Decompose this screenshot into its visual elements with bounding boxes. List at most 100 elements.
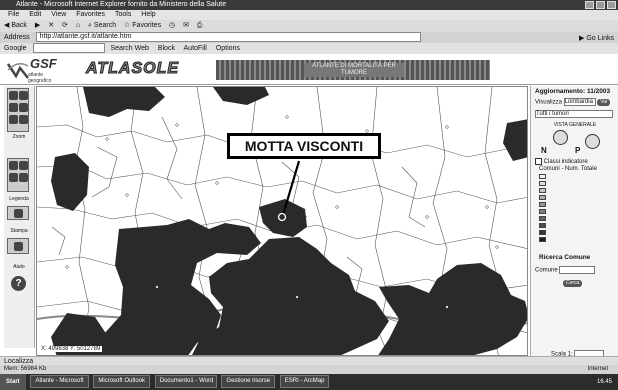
layer-tools	[7, 158, 29, 192]
menu-favorites[interactable]: Favorites	[76, 11, 105, 18]
google-autofill[interactable]: AutoFill	[184, 45, 207, 52]
legend-label: Legenda	[9, 196, 29, 202]
printer-icon	[14, 242, 23, 251]
compass-right-icon[interactable]	[585, 134, 600, 149]
menu-file[interactable]: File	[8, 11, 19, 18]
back-label: Back	[11, 22, 27, 29]
browser-toolbar: ◀ Back ▶ ✕ ⟳ ⌂ ⌕ Search ☆ Favorites ◷ ✉ …	[0, 20, 618, 32]
legend-swatch-4	[539, 195, 546, 200]
search-submit-button[interactable]: Cerca	[563, 280, 583, 287]
tumor-select[interactable]: Tutti i tumori	[535, 110, 613, 118]
query-icon[interactable]	[19, 173, 28, 182]
zoom-out-icon[interactable]	[19, 91, 28, 100]
search-row: Comune	[535, 266, 596, 274]
taskbar-item[interactable]: Atlante - Microsoft	[30, 374, 89, 388]
print-label: Stampa	[10, 228, 28, 234]
compass-p-label: P	[575, 146, 581, 155]
taskbar-item[interactable]: Gestione risorse	[221, 374, 276, 388]
print-icon[interactable]: ⎙	[197, 20, 203, 32]
tumor-select-row: Tutti i tumori	[535, 110, 613, 118]
print-map-button[interactable]	[7, 238, 29, 254]
zone-text: Internet	[587, 366, 608, 372]
municipality-search-input[interactable]	[559, 266, 596, 274]
history-icon[interactable]: ◷	[169, 20, 175, 32]
legend-icon	[14, 209, 23, 218]
search-label: Search	[93, 22, 117, 29]
taskbar-item[interactable]: ESRI - ArcMap	[279, 374, 330, 388]
close-icon[interactable]	[607, 1, 616, 9]
home-icon[interactable]: ⌂	[76, 20, 80, 32]
compass-left-icon[interactable]	[553, 130, 568, 145]
menu-view[interactable]: View	[51, 11, 66, 18]
google-search-web[interactable]: Search Web	[110, 45, 148, 52]
section-header: VISTA GENERALE	[553, 122, 597, 128]
identify-icon[interactable]	[9, 173, 18, 182]
forward-icon[interactable]: ▶	[35, 20, 40, 32]
taskbar-clock: 16.45	[596, 379, 612, 385]
help-icon[interactable]: ?	[11, 276, 26, 291]
gsf-logo[interactable]: GSF atlante geografico	[6, 56, 62, 84]
favorites-button[interactable]: ☆ Favorites	[124, 20, 161, 32]
gsf-logo-tagline: atlante geografico	[28, 72, 52, 84]
measure-icon[interactable]	[19, 161, 28, 170]
legend-swatch-5	[539, 202, 546, 207]
location-marker[interactable]	[277, 212, 287, 222]
region-value: Lombardia	[564, 99, 593, 105]
select-icon[interactable]	[9, 115, 18, 124]
right-control-panel: Aggiornamento: 11/2003 Visualizza Lombar…	[530, 86, 618, 374]
legend-check-row: Classi indicatore	[535, 158, 588, 165]
navigation-tools	[7, 88, 29, 132]
google-options[interactable]: Options	[216, 45, 240, 52]
legend-check-label: Classi indicatore	[543, 159, 588, 166]
legend-title: Comuni - Num. Totale	[539, 166, 597, 172]
pan-icon[interactable]	[9, 103, 18, 112]
map-viewer[interactable]: MOTTA VISCONTI X: 499838 Y: 5012789	[36, 86, 528, 356]
google-block[interactable]: Block	[158, 45, 175, 52]
legend-swatch-10	[539, 237, 546, 242]
compass-n-label: N	[541, 146, 547, 155]
info-icon[interactable]	[19, 103, 28, 112]
menu-edit[interactable]: Edit	[29, 11, 41, 18]
gsf-logo-text: GSF	[30, 56, 57, 71]
page-header: GSF atlante geografico ATLASOLE ATLANTE …	[0, 54, 618, 85]
stop-icon[interactable]: ✕	[48, 20, 54, 32]
address-input[interactable]: http://atlante.gsf.it/atlante.htm	[35, 32, 421, 43]
header-banner: ATLANTE DI MORTALITÀ PER TUMORE	[216, 60, 490, 80]
go-button[interactable]: ▶ Go Links	[579, 33, 614, 43]
full-extent-icon[interactable]	[19, 115, 28, 124]
minimize-icon[interactable]	[585, 1, 594, 9]
map-canvas[interactable]	[37, 87, 528, 356]
legend-swatch-9	[539, 230, 546, 235]
location-callout: MOTTA VISCONTI	[227, 133, 381, 159]
legend-swatch-1	[539, 174, 546, 179]
refresh-icon[interactable]: ⟳	[62, 20, 68, 32]
legend-checkbox[interactable]	[535, 158, 542, 165]
go-label: Go	[586, 35, 596, 42]
update-title: Aggiornamento: 11/2003	[535, 88, 611, 95]
start-button[interactable]: Start	[0, 374, 26, 390]
zoom-in-icon[interactable]	[9, 91, 18, 100]
legend-button[interactable]	[7, 206, 29, 220]
taskbar-item[interactable]: Documento1 - Word	[154, 374, 217, 388]
menu-tools[interactable]: Tools	[115, 11, 131, 18]
go-map-button[interactable]: Vai	[597, 98, 611, 106]
region-row: Visualizza Lombardia Vai	[535, 98, 611, 106]
search-button[interactable]: ⌕ Search	[88, 20, 116, 32]
legend-swatch-7	[539, 216, 546, 221]
search-label: Comune	[535, 267, 558, 274]
legend-swatch-2	[539, 181, 546, 186]
atlas-title: ATLASOLE	[85, 60, 180, 78]
callout-label: MOTTA VISCONTI	[244, 138, 364, 154]
menu-help[interactable]: Help	[141, 11, 155, 18]
menu-bar: File Edit View Favorites Tools Help	[0, 10, 618, 20]
region-select[interactable]: Lombardia	[563, 98, 596, 106]
back-button[interactable]: ◀ Back	[4, 20, 27, 32]
google-toolbar: Google Search Web Block AutoFill Options	[0, 43, 618, 54]
gsf-logo-icon	[6, 63, 29, 79]
window-title: Atlante - Microsoft Internet Explorer fo…	[16, 1, 227, 8]
maximize-icon[interactable]	[596, 1, 605, 9]
layer-icon[interactable]	[9, 161, 18, 170]
google-search-input[interactable]	[32, 43, 105, 54]
taskbar-item[interactable]: Microsoft Outlook	[93, 374, 151, 388]
mail-icon[interactable]: ✉	[183, 20, 189, 32]
